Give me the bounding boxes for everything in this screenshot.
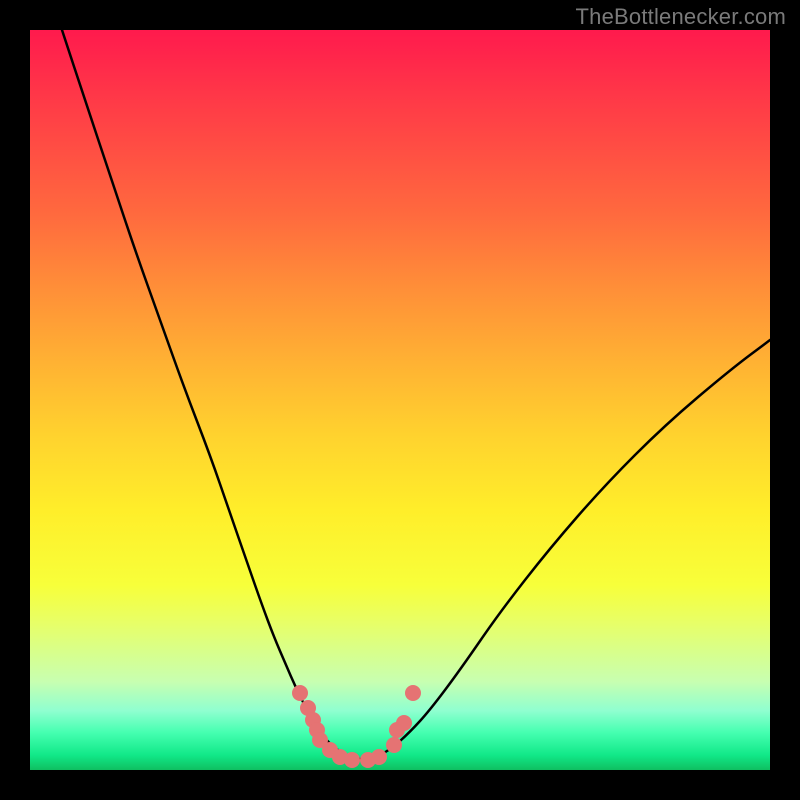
data-point-marker <box>371 749 387 765</box>
data-point-marker <box>386 737 402 753</box>
data-point-marker <box>292 685 308 701</box>
marker-group <box>292 685 421 768</box>
curve-svg <box>30 30 770 770</box>
watermark-text: TheBottlenecker.com <box>576 4 786 30</box>
data-point-marker <box>405 685 421 701</box>
curve-right-branch <box>370 340 770 760</box>
chart-frame: TheBottlenecker.com <box>0 0 800 800</box>
data-point-marker <box>396 715 412 731</box>
curve-left-branch <box>62 30 370 760</box>
plot-area <box>30 30 770 770</box>
data-point-marker <box>344 752 360 768</box>
